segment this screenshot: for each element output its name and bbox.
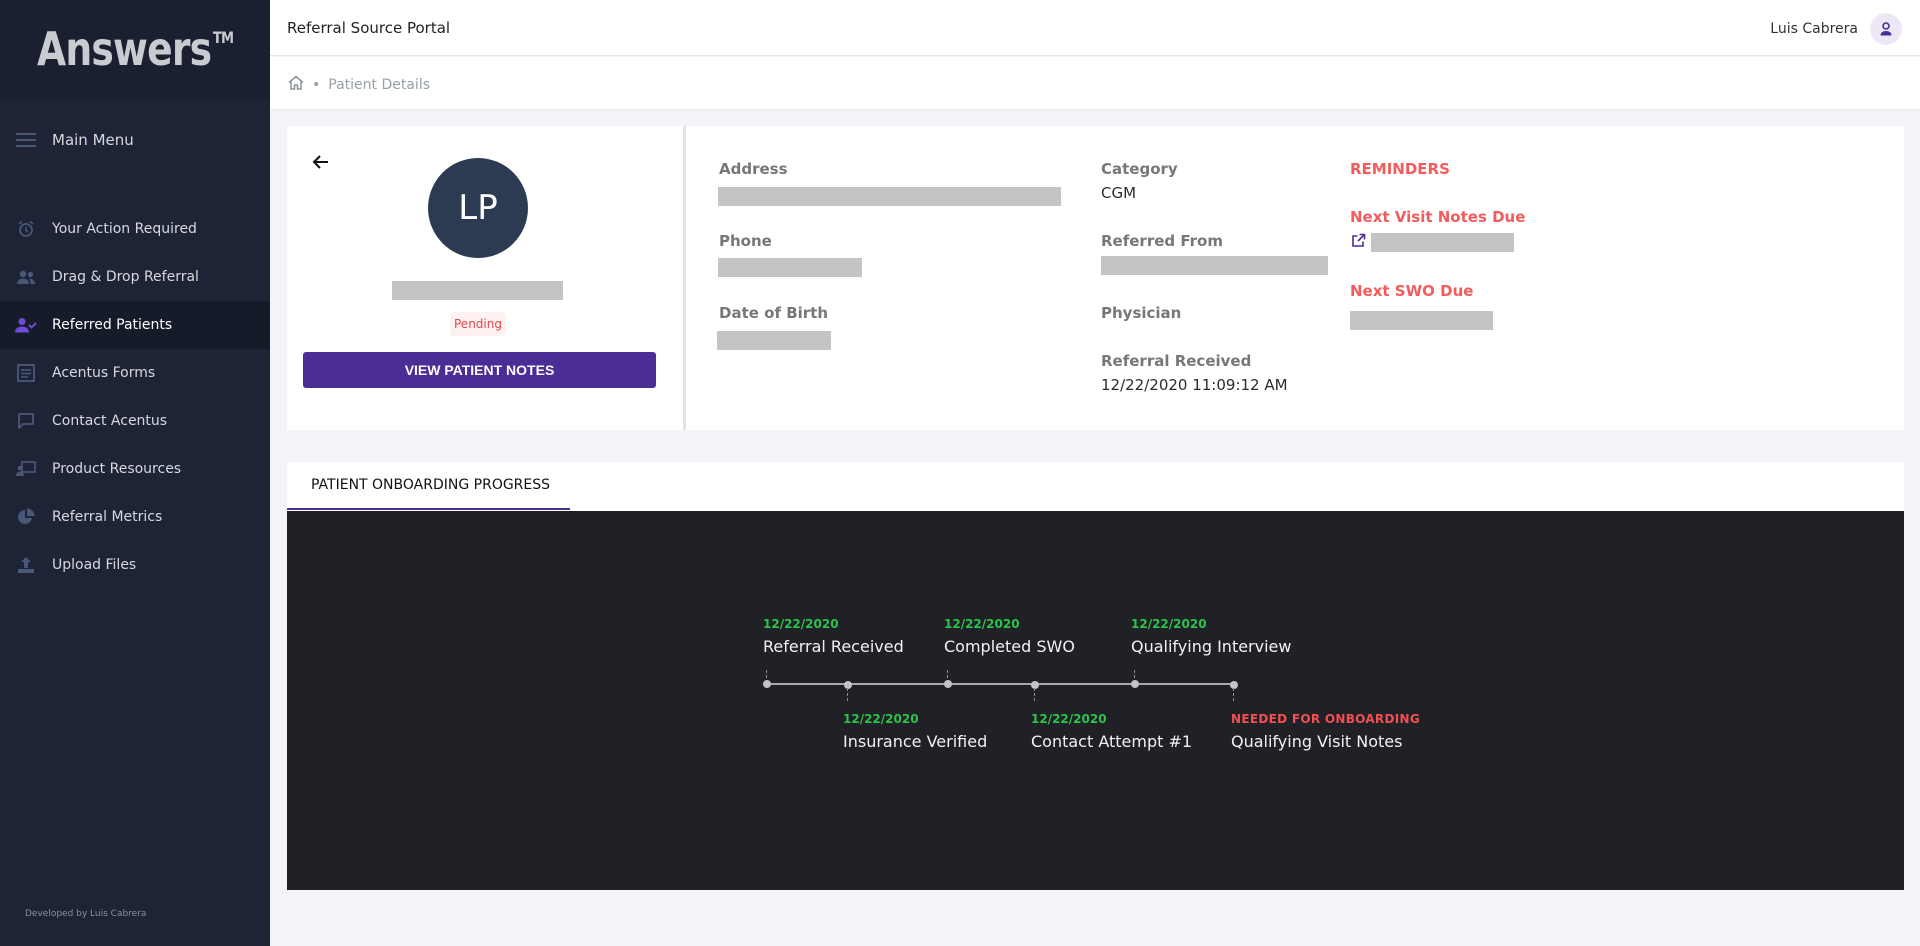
logo-area: Answers TM: [0, 0, 270, 100]
back-arrow-icon[interactable]: [311, 152, 331, 172]
sidebar-item-your-action-required[interactable]: Your Action Required: [0, 205, 270, 253]
address-value-redacted: [718, 187, 1061, 206]
sidebar-item-referred-patients[interactable]: Referred Patients: [0, 301, 270, 349]
next-visit-notes-label: Next Visit Notes Due: [1350, 208, 1526, 226]
timeline-step-label: Qualifying Visit Notes: [1231, 732, 1403, 751]
sidebar-item-product-resources[interactable]: Product Resources: [0, 445, 270, 493]
tab-patient-onboarding-progress[interactable]: PATIENT ONBOARDING PROGRESS: [287, 462, 570, 510]
reminders-heading: REMINDERS: [1350, 160, 1450, 178]
users-icon: [15, 266, 37, 288]
user-icon: [1880, 22, 1892, 36]
timeline-step-label: Completed SWO: [944, 637, 1075, 656]
sidebar-item-label: Contact Acentus: [52, 413, 168, 429]
sidebar-item-contact-acentus[interactable]: Contact Acentus: [0, 397, 270, 445]
sidebar-item-label: Drag & Drop Referral: [52, 269, 199, 285]
timeline-step-label: Qualifying Interview: [1131, 637, 1292, 656]
address-label: Address: [719, 160, 788, 178]
breadcrumb: • Patient Details: [288, 75, 430, 94]
timeline-step-date: 12/22/2020: [944, 617, 1020, 631]
sidebar-item-label: Upload Files: [52, 557, 137, 573]
sidebar-item-drag-drop-referral[interactable]: Drag & Drop Referral: [0, 253, 270, 301]
logo-text: Answers: [37, 22, 212, 76]
timeline-step-pending-note: NEEDED FOR ONBOARDING: [1231, 712, 1420, 726]
next-swo-label: Next SWO Due: [1350, 282, 1474, 300]
main-menu-toggle[interactable]: Main Menu: [0, 116, 270, 164]
breadcrumb-bar: • Patient Details: [270, 57, 1920, 110]
sidebar-item-label: Your Action Required: [52, 221, 197, 237]
sidebar: Answers TM Main Menu Your Action Required…: [0, 0, 270, 946]
sidebar-item-label: Product Resources: [52, 461, 182, 477]
next-swo-value-redacted: [1350, 311, 1493, 330]
referred-from-label: Referred From: [1101, 232, 1223, 250]
timeline-step-dot: [944, 680, 952, 688]
patient-details-card: Address Phone Date of Birth Category CGM…: [686, 126, 1904, 430]
timeline-line: [767, 683, 1234, 685]
external-link-icon[interactable]: [1351, 233, 1366, 252]
main-menu-label: Main Menu: [52, 131, 134, 149]
user-check-icon: [15, 314, 37, 336]
timeline-step-label: Contact Attempt #1: [1031, 732, 1193, 751]
timeline-tick: [1233, 688, 1234, 701]
breadcrumb-current: Patient Details: [328, 76, 430, 93]
view-patient-notes-button[interactable]: VIEW PATIENT NOTES: [303, 352, 656, 388]
next-visit-notes-value-redacted: [1371, 233, 1514, 252]
top-bar: Referral Source Portal Luis Cabrera: [270, 0, 1920, 56]
patient-summary-card: LP Pending VIEW PATIENT NOTES: [287, 126, 683, 430]
timeline-step-label: Referral Received: [763, 637, 904, 656]
alarm-clock-icon: [15, 218, 37, 240]
onboarding-progress-panel: [287, 511, 1904, 890]
category-value: CGM: [1101, 184, 1137, 202]
sidebar-item-upload-files[interactable]: Upload Files: [0, 541, 270, 589]
home-icon[interactable]: [288, 75, 304, 94]
timeline-step-dot: [1031, 681, 1039, 689]
status-badge: Pending: [450, 312, 506, 336]
timeline-step-date: 12/22/2020: [843, 712, 919, 726]
category-label: Category: [1101, 160, 1178, 178]
timeline-tick: [1034, 688, 1035, 701]
timeline-step-date: 12/22/2020: [763, 617, 839, 631]
timeline-tick: [847, 688, 848, 701]
dob-label: Date of Birth: [719, 304, 829, 322]
presenter-icon: [15, 458, 37, 480]
sidebar-item-referral-metrics[interactable]: Referral Metrics: [0, 493, 270, 541]
user-avatar-button[interactable]: [1870, 13, 1902, 45]
developer-credit: Developed by Luis Cabrera: [25, 909, 147, 919]
logo[interactable]: Answers TM: [37, 22, 234, 76]
referred-from-value-redacted: [1101, 256, 1328, 275]
timeline-step-dot: [1131, 680, 1139, 688]
physician-label: Physician: [1101, 304, 1182, 322]
breadcrumb-separator: •: [312, 76, 321, 93]
timeline-step-date: 12/22/2020: [1131, 617, 1207, 631]
logo-trademark: TM: [213, 28, 234, 47]
chat-icon: [15, 410, 37, 432]
pie-chart-icon: [15, 506, 37, 528]
phone-value-redacted: [718, 258, 862, 277]
referral-received-label: Referral Received: [1101, 352, 1252, 370]
timeline-step-date: 12/22/2020: [1031, 712, 1107, 726]
user-name[interactable]: Luis Cabrera: [1770, 21, 1858, 37]
sidebar-item-label: Acentus Forms: [52, 365, 156, 381]
patient-name-redacted: [392, 281, 563, 300]
referral-received-value: 12/22/2020 11:09:12 AM: [1101, 376, 1288, 394]
patient-avatar: LP: [428, 158, 528, 258]
onboarding-tab-bar: PATIENT ONBOARDING PROGRESS: [287, 462, 1904, 511]
timeline-step-dot: [763, 680, 771, 688]
dob-value-redacted: [717, 331, 831, 350]
portal-title: Referral Source Portal: [287, 19, 451, 37]
upload-icon: [15, 554, 37, 576]
hamburger-icon: [15, 129, 37, 151]
form-icon: [15, 362, 37, 384]
sidebar-item-label: Referral Metrics: [52, 509, 163, 525]
phone-label: Phone: [719, 232, 772, 250]
timeline-step-label: Insurance Verified: [843, 732, 988, 751]
sidebar-item-label: Referred Patients: [52, 317, 173, 333]
sidebar-item-acentus-forms[interactable]: Acentus Forms: [0, 349, 270, 397]
timeline-step-dot: [1230, 681, 1238, 689]
timeline-step-dot: [844, 681, 852, 689]
